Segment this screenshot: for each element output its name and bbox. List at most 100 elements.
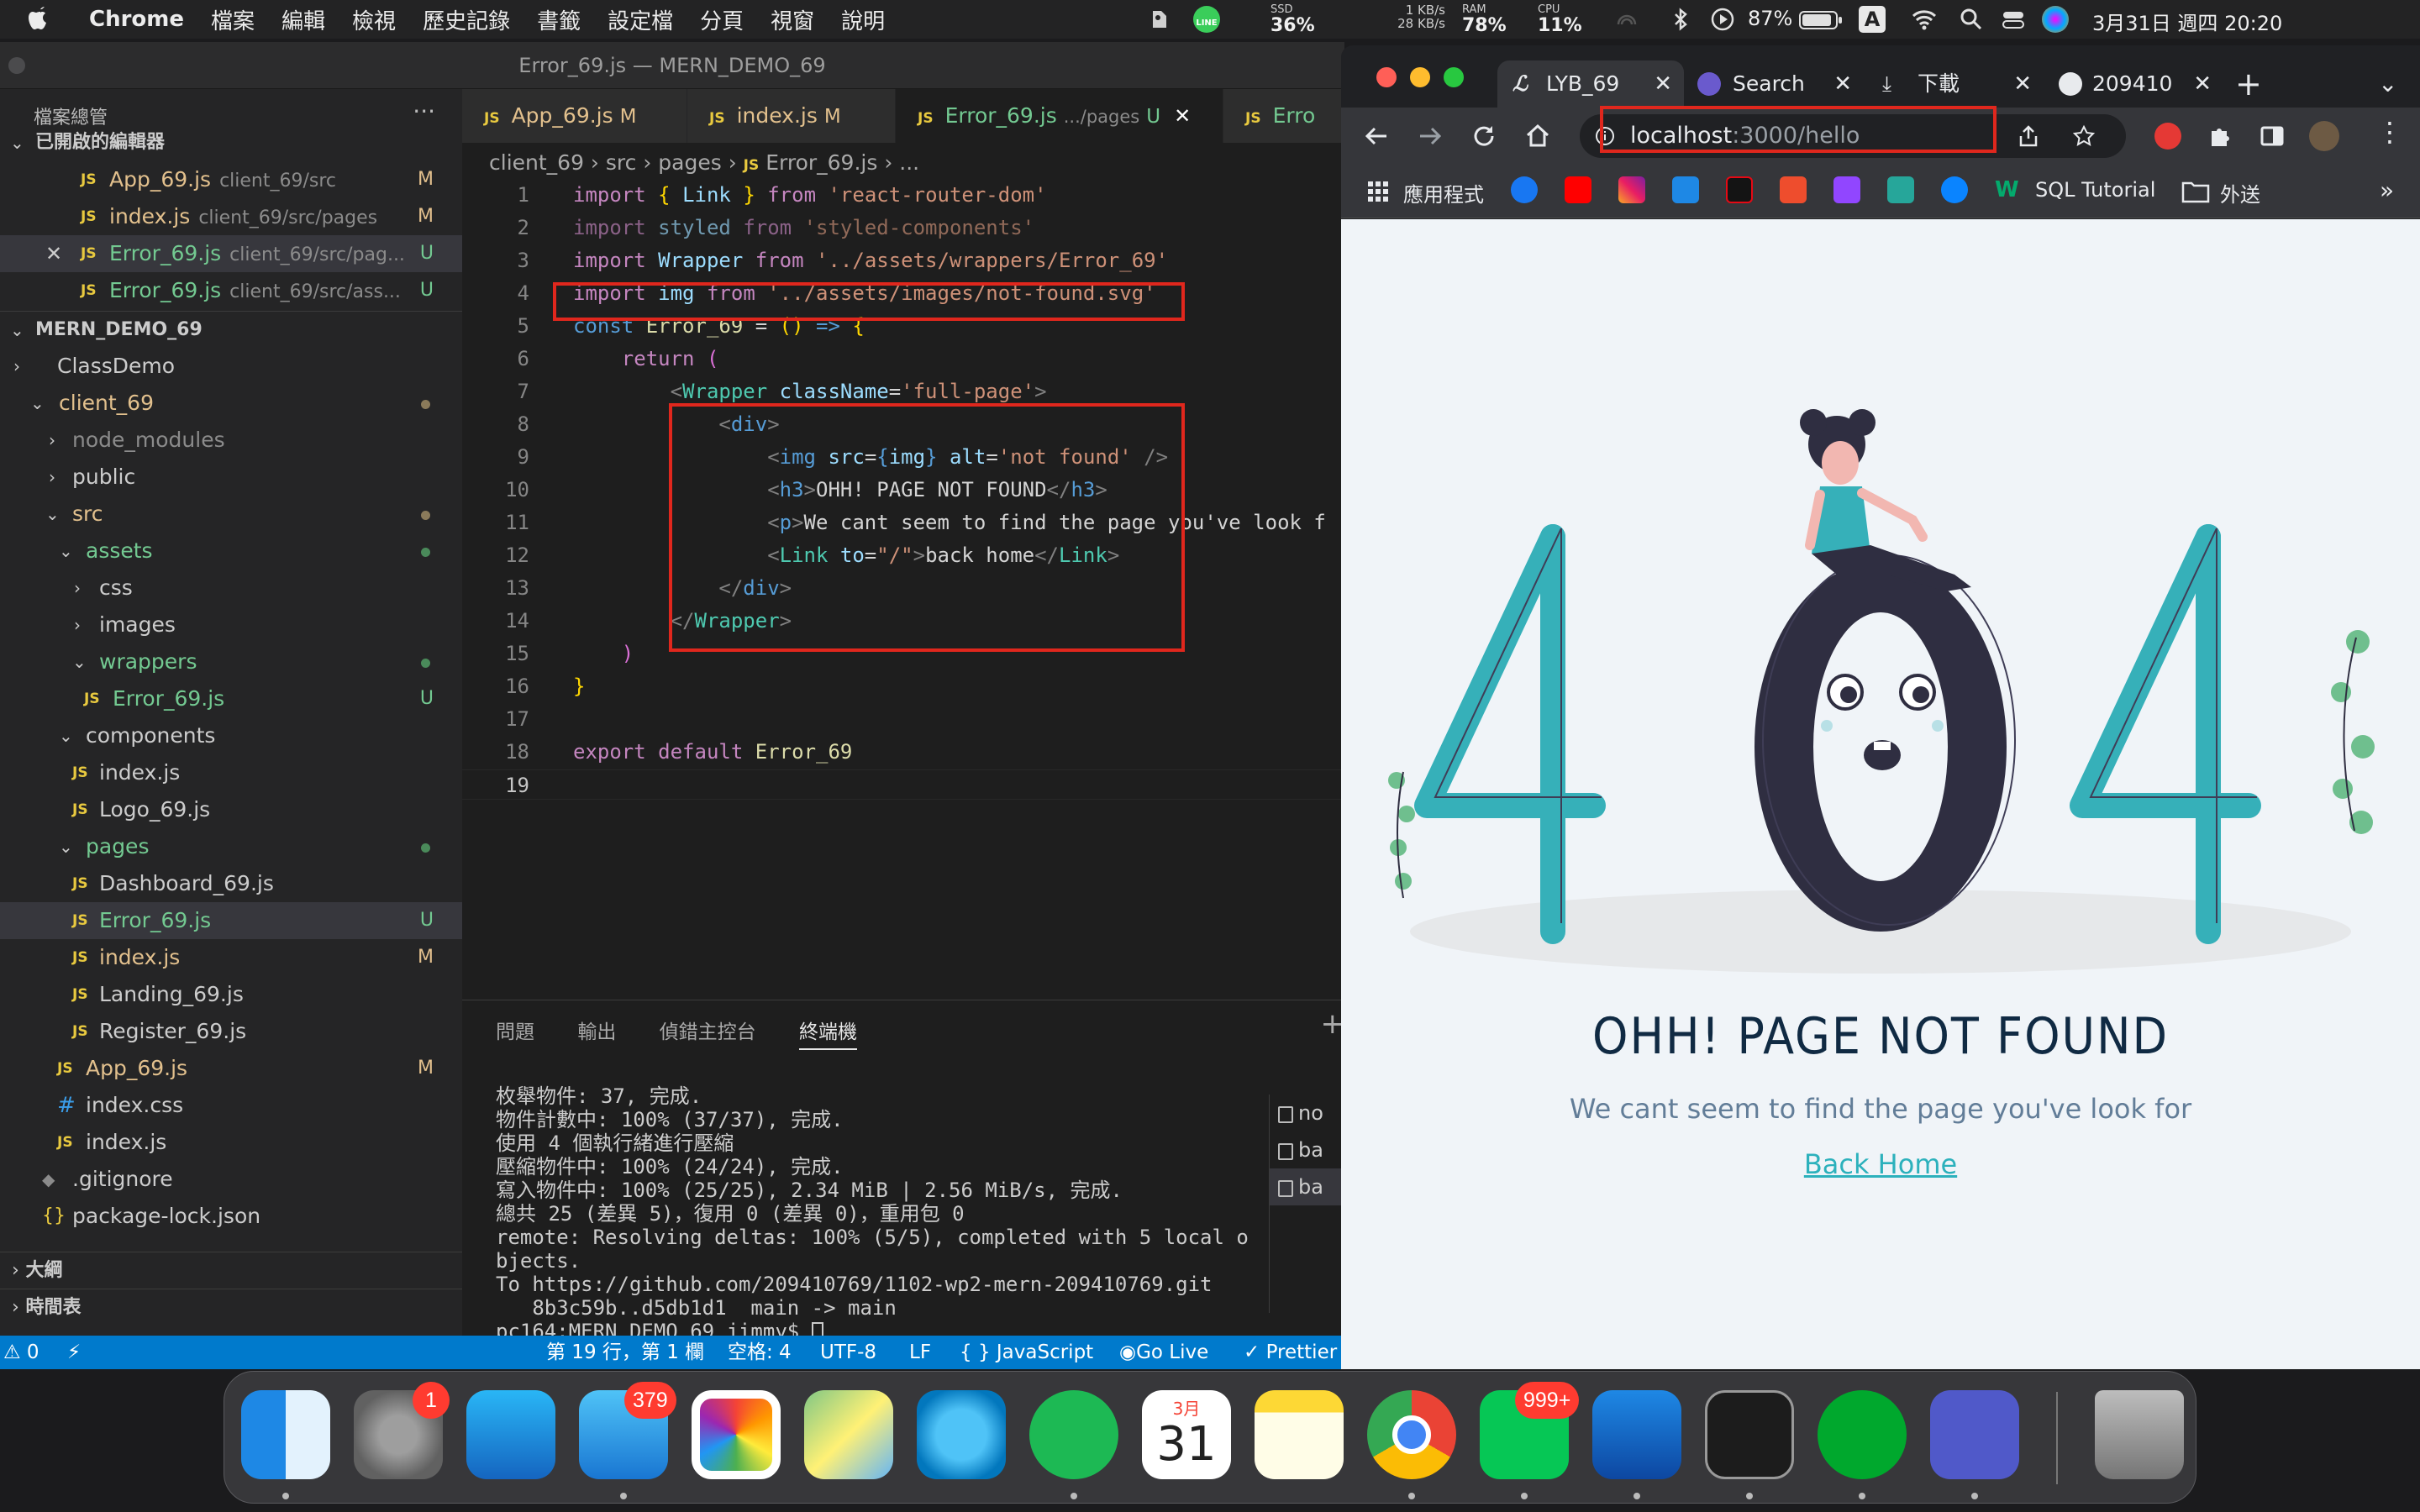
crumb[interactable]: client_69 <box>489 150 584 175</box>
chrome-menu-icon[interactable]: ⋮ <box>2376 116 2403 148</box>
back-icon[interactable] <box>1363 123 1390 150</box>
status-golive[interactable]: ◉ Go Live <box>1119 1336 1208 1369</box>
tree-folder[interactable]: ⌄ pages <box>0 828 462 865</box>
menu-help[interactable]: 說明 <box>841 4 885 35</box>
menu-profiles[interactable]: 設定檔 <box>608 4 673 35</box>
code-editor[interactable]: 1 import { Link } from 'react-router-dom'… <box>462 180 1344 1020</box>
network-meter[interactable]: 1 KB/s 28 KB/s <box>1378 3 1445 30</box>
window-zoom-button[interactable] <box>1444 67 1464 87</box>
bluetooth-icon[interactable] <box>1667 6 1694 33</box>
twitch-icon[interactable] <box>1833 176 1860 203</box>
tab-close-icon[interactable]: ✕ <box>1174 104 1191 128</box>
tree-file[interactable]: JS Landing_69.js <box>0 976 462 1013</box>
status-problems[interactable]: ⚠ 0 <box>3 1336 39 1369</box>
dock-app-store-icon[interactable] <box>466 1390 555 1479</box>
tab-search-button[interactable]: ⌄ <box>2378 60 2397 108</box>
dock-vscode-icon[interactable] <box>1592 1390 1681 1479</box>
terminal-list-item[interactable]: ba <box>1270 1131 1344 1168</box>
explorer-more-button[interactable]: ··· <box>413 97 435 125</box>
bookmark-star-icon[interactable] <box>2072 124 2096 148</box>
dock-terminal-icon[interactable] <box>1705 1390 1794 1479</box>
bookmark-folder-delivery[interactable]: 外送 <box>2220 178 2260 207</box>
dock-calendar-icon[interactable]: 3月 31 <box>1142 1390 1231 1479</box>
tree-folder[interactable]: ⌄ wrappers <box>0 643 462 680</box>
tree-folder[interactable]: › ClassDemo <box>0 348 462 385</box>
terminal-list-item[interactable]: no <box>1270 1095 1344 1131</box>
dock-safari-icon[interactable] <box>917 1390 1006 1479</box>
line-status-icon[interactable]: LINE <box>1193 6 1220 33</box>
dock-evernote-icon[interactable] <box>1818 1390 1907 1479</box>
dock-maps-icon[interactable] <box>804 1390 893 1479</box>
reload-icon[interactable] <box>1470 123 1497 150</box>
tree-file[interactable]: JS index.js <box>0 754 462 791</box>
tree-file[interactable]: {} package-lock.json <box>0 1198 462 1235</box>
window-close-button[interactable] <box>1376 67 1397 87</box>
tab-index[interactable]: JS index.js M <box>687 89 896 143</box>
dock-finder-icon[interactable] <box>241 1390 330 1479</box>
tree-file[interactable]: JS index.js <box>0 1124 462 1161</box>
bookmark-sql-tutorial[interactable]: SQL Tutorial <box>2035 178 2155 202</box>
status-prettier[interactable]: ✓ Prettier <box>1244 1336 1337 1369</box>
project-section[interactable]: ⌄ MERN_DEMO_69 <box>0 311 462 348</box>
tab-close-icon[interactable]: ✕ <box>2193 60 2212 108</box>
status-sync[interactable]: ⚡ <box>67 1336 81 1369</box>
tree-folder[interactable]: › css <box>0 570 462 606</box>
tree-file[interactable]: JS Logo_69.js <box>0 791 462 828</box>
browser-tab[interactable]: ⤓ 下載 ✕ <box>1867 60 2044 108</box>
wifi-icon[interactable] <box>1911 6 1938 33</box>
menu-history[interactable]: 歷史記錄 <box>423 4 510 35</box>
status-encoding[interactable]: UTF-8 <box>820 1336 876 1369</box>
battery-icon[interactable] <box>1798 6 1844 33</box>
play-icon[interactable] <box>1709 6 1736 33</box>
bookmark-map-icon[interactable] <box>1887 176 1914 203</box>
bookmarks-overflow-button[interactable]: » <box>2380 176 2394 204</box>
youtube-icon[interactable] <box>1565 176 1591 203</box>
tab-close-icon[interactable]: ✕ <box>1654 60 1672 108</box>
apple-menu-icon[interactable] <box>29 5 52 32</box>
menu-tab[interactable]: 分頁 <box>700 4 744 35</box>
tree-folder[interactable]: ⌄ components <box>0 717 462 754</box>
dock-photos-icon[interactable] <box>692 1390 781 1479</box>
dock-teams-icon[interactable] <box>1930 1390 2019 1479</box>
tab-error-other[interactable]: JS Erro <box>1223 89 1344 143</box>
w3schools-icon[interactable]: W <box>1995 176 2022 203</box>
tree-file[interactable]: JS Dashboard_69.js <box>0 865 462 902</box>
open-editor-item[interactable]: JS Error_69.js client_69/src/ass... U <box>0 272 462 309</box>
tab-error-active[interactable]: JS Error_69.js .../pages U ✕ <box>896 89 1223 143</box>
extensions-icon[interactable] <box>2207 123 2233 150</box>
edge-icon[interactable] <box>1941 176 1968 203</box>
facebook-icon[interactable] <box>1511 176 1538 203</box>
cpu-meter[interactable]: CPU 11% <box>1538 3 1582 35</box>
share-icon[interactable] <box>2017 124 2040 148</box>
crumb[interactable]: Error_69.js <box>765 150 877 175</box>
instagram-icon[interactable] <box>1618 176 1645 203</box>
tree-file[interactable]: JS Error_69.js U <box>0 680 462 717</box>
tab-app[interactable]: JS App_69.js M <box>462 89 687 143</box>
crumb[interactable]: ... <box>899 150 919 175</box>
forward-icon[interactable] <box>1417 123 1444 150</box>
browser-tab-active[interactable]: ℒ LYB_69 ✕ <box>1497 60 1684 108</box>
dock-notes-icon[interactable] <box>1255 1390 1344 1479</box>
spotlight-search-icon[interactable] <box>1958 6 1985 33</box>
apps-grid-icon[interactable] <box>1366 180 1390 203</box>
crumb[interactable]: pages <box>658 150 721 175</box>
menu-bookmarks[interactable]: 書籤 <box>537 4 581 35</box>
tree-file-active[interactable]: JS Error_69.js U <box>0 902 462 939</box>
panel-tab-problems[interactable]: 問題 <box>496 1021 534 1043</box>
tree-folder[interactable]: › node_modules <box>0 422 462 459</box>
panel-tab-debug-console[interactable]: 偵錯主控台 <box>660 1021 756 1043</box>
tab-close-icon[interactable]: ✕ <box>1833 60 1852 108</box>
crumb[interactable]: src <box>606 150 637 175</box>
browser-tab[interactable]: 209410 ✕ <box>2047 60 2223 108</box>
folder-icon[interactable] <box>2181 180 2210 203</box>
siri-icon[interactable] <box>2042 6 2069 33</box>
control-center-icon[interactable] <box>2000 6 2027 33</box>
tree-folder[interactable]: › images <box>0 606 462 643</box>
outline-section[interactable]: › 大綱 <box>0 1252 462 1289</box>
profile-avatar[interactable] <box>2309 121 2339 151</box>
status-eol[interactable]: LF <box>909 1336 931 1369</box>
tree-file[interactable]: # index.css <box>0 1087 462 1124</box>
tab-close-icon[interactable]: ✕ <box>2013 60 2032 108</box>
evernote-status-icon[interactable] <box>1146 6 1173 33</box>
adblock-extension-icon[interactable] <box>2154 123 2181 150</box>
